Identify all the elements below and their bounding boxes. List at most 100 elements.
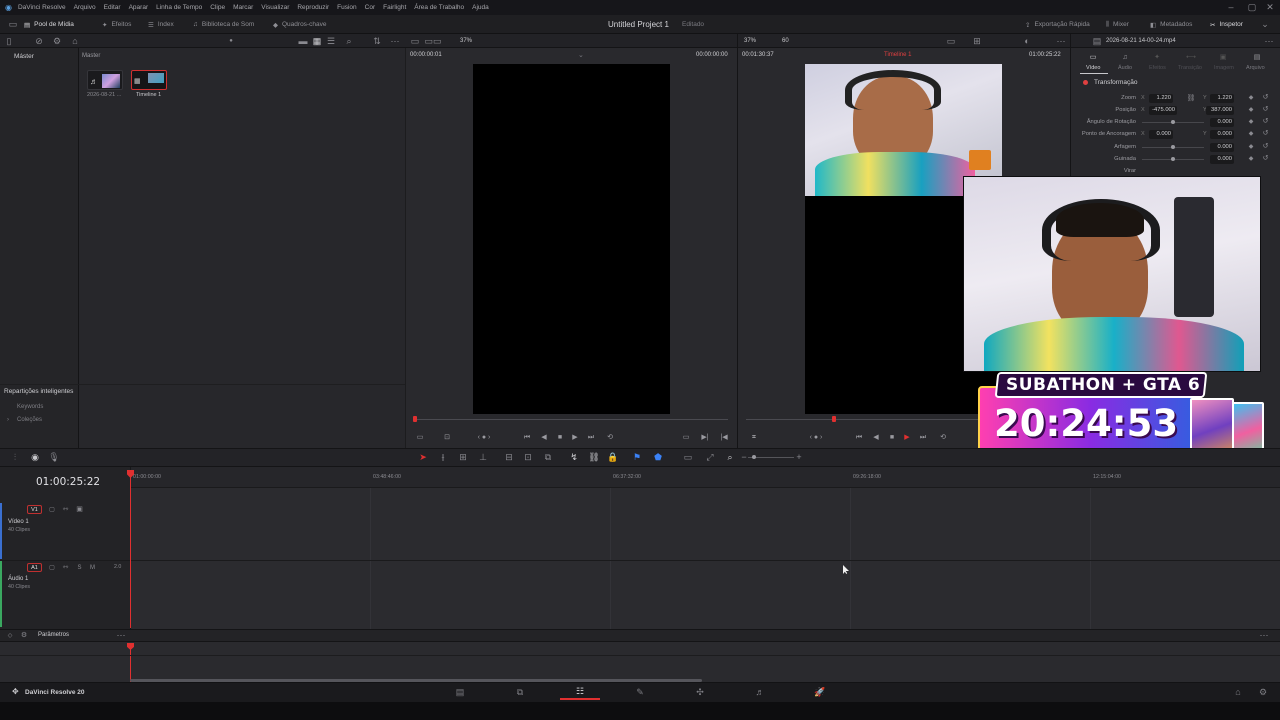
keyframe-icon[interactable]: ◆ [1247, 142, 1255, 151]
parameters-settings-icon[interactable]: ⚙ [19, 631, 29, 640]
keyframe-icon[interactable]: ◆ [1247, 154, 1255, 163]
media-pool-button[interactable]: ▤ Pool de Mídia [24, 15, 74, 34]
source-layout-icon[interactable]: ▭ [410, 36, 420, 46]
menu-item[interactable]: Aparar [125, 0, 153, 15]
tab-image-icon[interactable]: ▣ [1216, 52, 1230, 62]
smart-bin-collections[interactable]: Coleções [17, 417, 42, 423]
grid-view-icon[interactable]: ▦ [312, 36, 322, 46]
track-lock-icon[interactable]: ▢ [48, 505, 56, 514]
source-zoom[interactable]: 37% [460, 38, 472, 44]
inspector-more-icon[interactable]: ⋯ [1264, 36, 1274, 46]
audio-monitor-icon[interactable]: ◐ [1022, 36, 1032, 46]
cut-page-icon[interactable]: ⧉ [500, 684, 540, 700]
pitch-field[interactable]: 0.000 [1210, 143, 1234, 152]
keyframe-icon[interactable]: ◆ [1247, 105, 1255, 114]
source-jog-icon[interactable]: ‹ ● › [474, 432, 494, 442]
section-toggle-icon[interactable] [1083, 80, 1088, 85]
source-insert-icon[interactable]: ⊡ [440, 432, 454, 442]
keyframe-icon[interactable]: ◆ [1247, 117, 1255, 126]
yaw-slider-knob[interactable] [1171, 157, 1175, 161]
zoom-out-icon[interactable]: − [740, 453, 748, 462]
tab-effects-icon[interactable]: ✦ [1150, 52, 1164, 62]
keyframe-icon[interactable]: ◆ [1247, 93, 1255, 102]
tab-video-icon[interactable]: ▭ [1086, 52, 1100, 62]
panel-toggle-icon[interactable]: ▯ [4, 36, 14, 46]
tab-file[interactable]: Arquivo [1246, 65, 1265, 71]
maximize-icon[interactable]: ▢ [1247, 3, 1257, 12]
chevron-right-icon[interactable]: › [7, 417, 9, 423]
overwrite-clip-icon[interactable]: ⊡ [522, 453, 534, 462]
program-play-reverse-icon[interactable]: ◀ [871, 432, 881, 442]
source-crop-icon[interactable]: ▭ [414, 432, 426, 442]
menu-item[interactable]: Cor [361, 0, 379, 15]
settings-gear-icon[interactable]: ⚙ [1243, 684, 1280, 700]
anchor-y-field[interactable]: 0.000 [1210, 130, 1234, 139]
metadata-button[interactable]: ◧ Metadados [1150, 15, 1192, 34]
linked-selection-icon[interactable]: ⛓ [588, 453, 599, 462]
skip-end-icon[interactable]: ⏭ [586, 432, 596, 442]
settings-icon[interactable]: ⚙ [52, 36, 62, 46]
timeline-zoom-knob[interactable] [752, 455, 756, 459]
yaw-field[interactable]: 0.000 [1210, 155, 1234, 164]
reset-icon[interactable]: ↺ [1261, 105, 1270, 114]
program-skip-end-icon[interactable]: ⏭ [918, 432, 928, 442]
tab-transition[interactable]: Transição [1178, 65, 1202, 71]
tab-video[interactable]: Vídeo [1086, 65, 1100, 71]
play-reverse-icon[interactable]: ◀ [539, 432, 549, 442]
track-visibility-icon[interactable]: ▣ [75, 505, 84, 514]
tab-image[interactable]: Imagem [1214, 65, 1234, 71]
track-autoselect-icon[interactable]: ⇿ [61, 505, 70, 514]
position-y-field[interactable]: 387.000 [1206, 106, 1234, 115]
anchor-x-field[interactable]: 0.000 [1149, 130, 1173, 139]
more-icon[interactable]: ⋯ [390, 36, 400, 46]
zoom-y-field[interactable]: 1.220 [1210, 94, 1234, 103]
menu-item[interactable]: Arquivo [70, 0, 100, 15]
reset-icon[interactable]: ↺ [1261, 93, 1270, 102]
source-playhead[interactable] [413, 416, 417, 422]
zoom-full-icon[interactable]: ▭ [682, 453, 694, 462]
selection-tool-icon[interactable]: ➤ [418, 453, 428, 462]
timeline-eye-icon[interactable]: ◉ [29, 453, 41, 462]
index-button[interactable]: ☰ Index [148, 15, 174, 34]
keyframe-icon[interactable]: ◆ [1247, 129, 1255, 138]
effects-button[interactable]: ✦ Efeitos [102, 15, 131, 34]
track-mute-icon[interactable]: M [88, 563, 97, 572]
insert-clip-icon[interactable]: ⊟ [503, 453, 515, 462]
mark-next-icon[interactable]: |◀ [719, 432, 729, 442]
program-playhead[interactable] [832, 416, 836, 422]
menu-item[interactable]: Linha de Tempo [152, 0, 206, 15]
mark-in-icon[interactable]: ▭ [681, 432, 691, 442]
mixer-button[interactable]: ⫼ Mixer [1106, 15, 1129, 34]
close-icon[interactable]: ✕ [1265, 3, 1275, 12]
reset-icon[interactable]: ↺ [1261, 117, 1270, 126]
timeline-zoom[interactable]: 37% [744, 38, 756, 44]
menu-item[interactable]: Visualizar [257, 0, 293, 15]
program-skip-start-icon[interactable]: ⏮ [854, 432, 864, 442]
mark-prev-icon[interactable]: ▶| [700, 432, 710, 442]
zoom-detail-icon[interactable]: ⤢ [704, 453, 716, 462]
fusion-page-icon[interactable]: ✎ [620, 684, 660, 700]
overlay-icon[interactable]: ⊞ [972, 36, 982, 46]
position-lock-icon[interactable]: 🔒 [607, 453, 618, 462]
stop-icon[interactable]: ■ [555, 432, 565, 442]
skip-start-icon[interactable]: ⏮ [522, 432, 532, 442]
tab-transition-icon[interactable]: ⟷ [1184, 52, 1198, 62]
program-loop-icon[interactable]: ⟲ [938, 432, 948, 442]
source-video-frame[interactable] [473, 64, 670, 414]
trim-tool-icon[interactable]: ⫲ [437, 453, 449, 462]
keyframes-button[interactable]: ◆ Quadros-chave [273, 15, 326, 34]
expand-icon[interactable]: ⌄ [1260, 20, 1270, 29]
menu-item[interactable]: Fusion [333, 0, 361, 15]
tab-audio[interactable]: Áudio [1118, 65, 1132, 71]
rotation-field[interactable]: 0.000 [1210, 118, 1234, 127]
parameters-toggle-icon[interactable]: ◇ [6, 631, 14, 640]
workspace-layout-icon[interactable]: ▭ [8, 20, 18, 29]
track-solo-icon[interactable]: S [75, 563, 84, 572]
zoom-x-field[interactable]: 1.220 [1149, 94, 1173, 103]
bin-up-icon[interactable]: ⌂ [70, 36, 80, 46]
color-page-icon[interactable]: ✣ [680, 684, 720, 700]
bin-root[interactable]: Máster [14, 53, 34, 60]
flag-icon[interactable]: ⚑ [632, 453, 642, 462]
track-lock-icon[interactable]: ▢ [48, 563, 56, 572]
quick-export-button[interactable]: ⇪ Exportação Rápida [1025, 15, 1090, 34]
